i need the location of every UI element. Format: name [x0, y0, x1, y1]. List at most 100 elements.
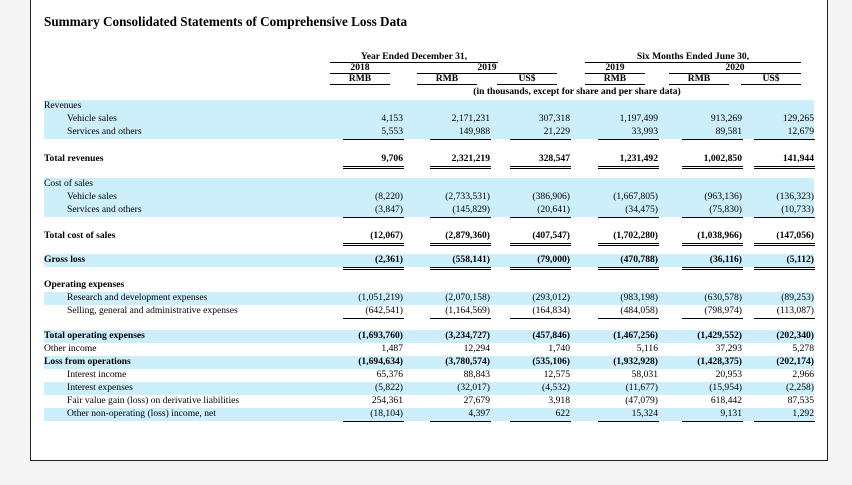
- value-cell: 37,293: [715, 343, 742, 354]
- value-cell: (963,136): [704, 191, 742, 202]
- value-cell: (34,475): [625, 204, 658, 215]
- underline-rule: [598, 217, 659, 218]
- header-units-note: (in thousands, except for share and per …: [473, 86, 681, 97]
- double-underline-rule: [343, 267, 404, 270]
- value-cell: 12,575: [543, 369, 570, 380]
- value-cell: 89,581: [715, 126, 742, 137]
- value-cell: 328,547: [538, 153, 570, 164]
- value-cell: (2,733,531): [445, 191, 490, 202]
- value-cell: 33,993: [631, 126, 658, 137]
- value-cell: 12,679: [787, 126, 814, 137]
- value-cell: (11,677): [625, 382, 658, 393]
- row-label: Services and others: [67, 204, 142, 215]
- underline-rule: [598, 318, 659, 319]
- underline-rule: [682, 217, 743, 218]
- value-cell: 307,318: [538, 113, 570, 124]
- header-currency-4: RMB: [585, 73, 645, 85]
- underline-rule: [343, 318, 404, 319]
- value-cell: (2,879,360): [445, 230, 490, 241]
- row-interest-expenses: Interest expenses (5,822) (32,017) (4,532) (…: [44, 382, 814, 395]
- value-cell: 129,265: [782, 113, 814, 124]
- underline-rule: [754, 217, 815, 218]
- value-cell: 21,229: [543, 126, 570, 137]
- value-cell: (47,079): [625, 395, 658, 406]
- double-underline-rule: [510, 267, 571, 270]
- value-cell: (484,058): [620, 305, 658, 316]
- row-label: Operating expenses: [44, 279, 125, 290]
- value-cell: (75,830): [709, 204, 742, 215]
- row-label: Vehicle sales: [67, 191, 117, 202]
- value-cell: 15,324: [631, 408, 658, 419]
- header-currency-5: RMB: [669, 73, 729, 85]
- double-underline-rule: [430, 243, 491, 246]
- value-cell: (1,038,966): [697, 230, 742, 241]
- value-cell: (642,541): [365, 305, 403, 316]
- value-cell: 5,553: [381, 126, 403, 137]
- value-cell: 2,321,219: [451, 153, 490, 164]
- underline-rule: [430, 139, 491, 140]
- value-cell: (2,361): [375, 254, 403, 265]
- row-interest-income: Interest income 65,376 88,843 12,575 58,031 2…: [44, 369, 814, 382]
- value-cell: 1,292: [792, 408, 814, 419]
- underline-rule: [682, 318, 743, 319]
- row-selling-general-admin: Selling, general and administrative expe…: [44, 305, 814, 318]
- value-cell: (1,694,634): [358, 356, 403, 367]
- underline-rule: [754, 421, 815, 422]
- double-underline-rule: [682, 267, 743, 270]
- underline-rule: [510, 139, 571, 140]
- value-cell: 58,031: [631, 369, 658, 380]
- row-cost-services: Services and others (3,847) (145,829) (20,6…: [44, 204, 814, 217]
- value-cell: (386,906): [532, 191, 570, 202]
- value-cell: (164,834): [532, 305, 570, 316]
- value-cell: 4,397: [468, 408, 490, 419]
- underline-rule: [682, 139, 743, 140]
- value-cell: 622: [555, 408, 570, 419]
- value-cell: (293,012): [532, 292, 570, 303]
- value-cell: (558,141): [452, 254, 490, 265]
- value-cell: (2,258): [786, 382, 814, 393]
- double-underline-rule: [430, 166, 491, 169]
- value-cell: 1,487: [381, 343, 403, 354]
- value-cell: 141,944: [782, 153, 814, 164]
- value-cell: (1,693,760): [358, 330, 403, 341]
- underline-rule: [682, 421, 743, 422]
- row-label: Vehicle sales: [67, 113, 117, 124]
- row-research-development: Research and development expenses (1,051,…: [44, 292, 814, 305]
- double-underline-rule: [682, 166, 743, 169]
- underline-rule: [754, 139, 815, 140]
- value-cell: (1,932,928): [613, 356, 658, 367]
- row-total-revenues: Total revenues 9,706 2,321,219 328,547 1,231…: [44, 153, 814, 166]
- value-cell: (36,116): [709, 254, 742, 265]
- value-cell: (457,846): [532, 330, 570, 341]
- row-operating-expenses-heading: Operating expenses: [44, 279, 814, 292]
- value-cell: (407,547): [532, 230, 570, 241]
- double-underline-rule: [430, 267, 491, 270]
- row-revenues-services: Services and others 5,553 149,988 21,229 33,…: [44, 126, 814, 139]
- value-cell: (113,087): [776, 305, 814, 316]
- underline-rule: [343, 139, 404, 140]
- row-other-income: Other income 1,487 12,294 1,740 5,116 37,293 5…: [44, 343, 814, 356]
- row-total-cost-of-sales: Total cost of sales (12,067) (2,879,360) (4…: [44, 230, 814, 243]
- double-underline-rule: [598, 267, 659, 270]
- value-cell: (145,829): [452, 204, 490, 215]
- underline-rule: [343, 421, 404, 422]
- value-cell: (630,578): [704, 292, 742, 303]
- value-cell: 2,966: [792, 369, 814, 380]
- row-label: Total revenues: [44, 153, 104, 164]
- value-cell: 1,740: [548, 343, 570, 354]
- value-cell: (8,220): [375, 191, 403, 202]
- row-label: Gross loss: [44, 254, 86, 265]
- underline-rule: [510, 217, 571, 218]
- value-cell: (983,198): [620, 292, 658, 303]
- value-cell: (15,954): [709, 382, 742, 393]
- value-cell: (79,000): [537, 254, 570, 265]
- row-label: Interest income: [67, 369, 127, 380]
- double-underline-rule: [343, 166, 404, 169]
- double-underline-rule: [510, 243, 571, 246]
- value-cell: (3,847): [375, 204, 403, 215]
- double-underline-rule: [598, 243, 659, 246]
- value-cell: 1,002,850: [703, 153, 742, 164]
- value-cell: (535,106): [532, 356, 570, 367]
- row-label: Total operating expenses: [44, 330, 145, 341]
- value-cell: 1,231,492: [619, 153, 658, 164]
